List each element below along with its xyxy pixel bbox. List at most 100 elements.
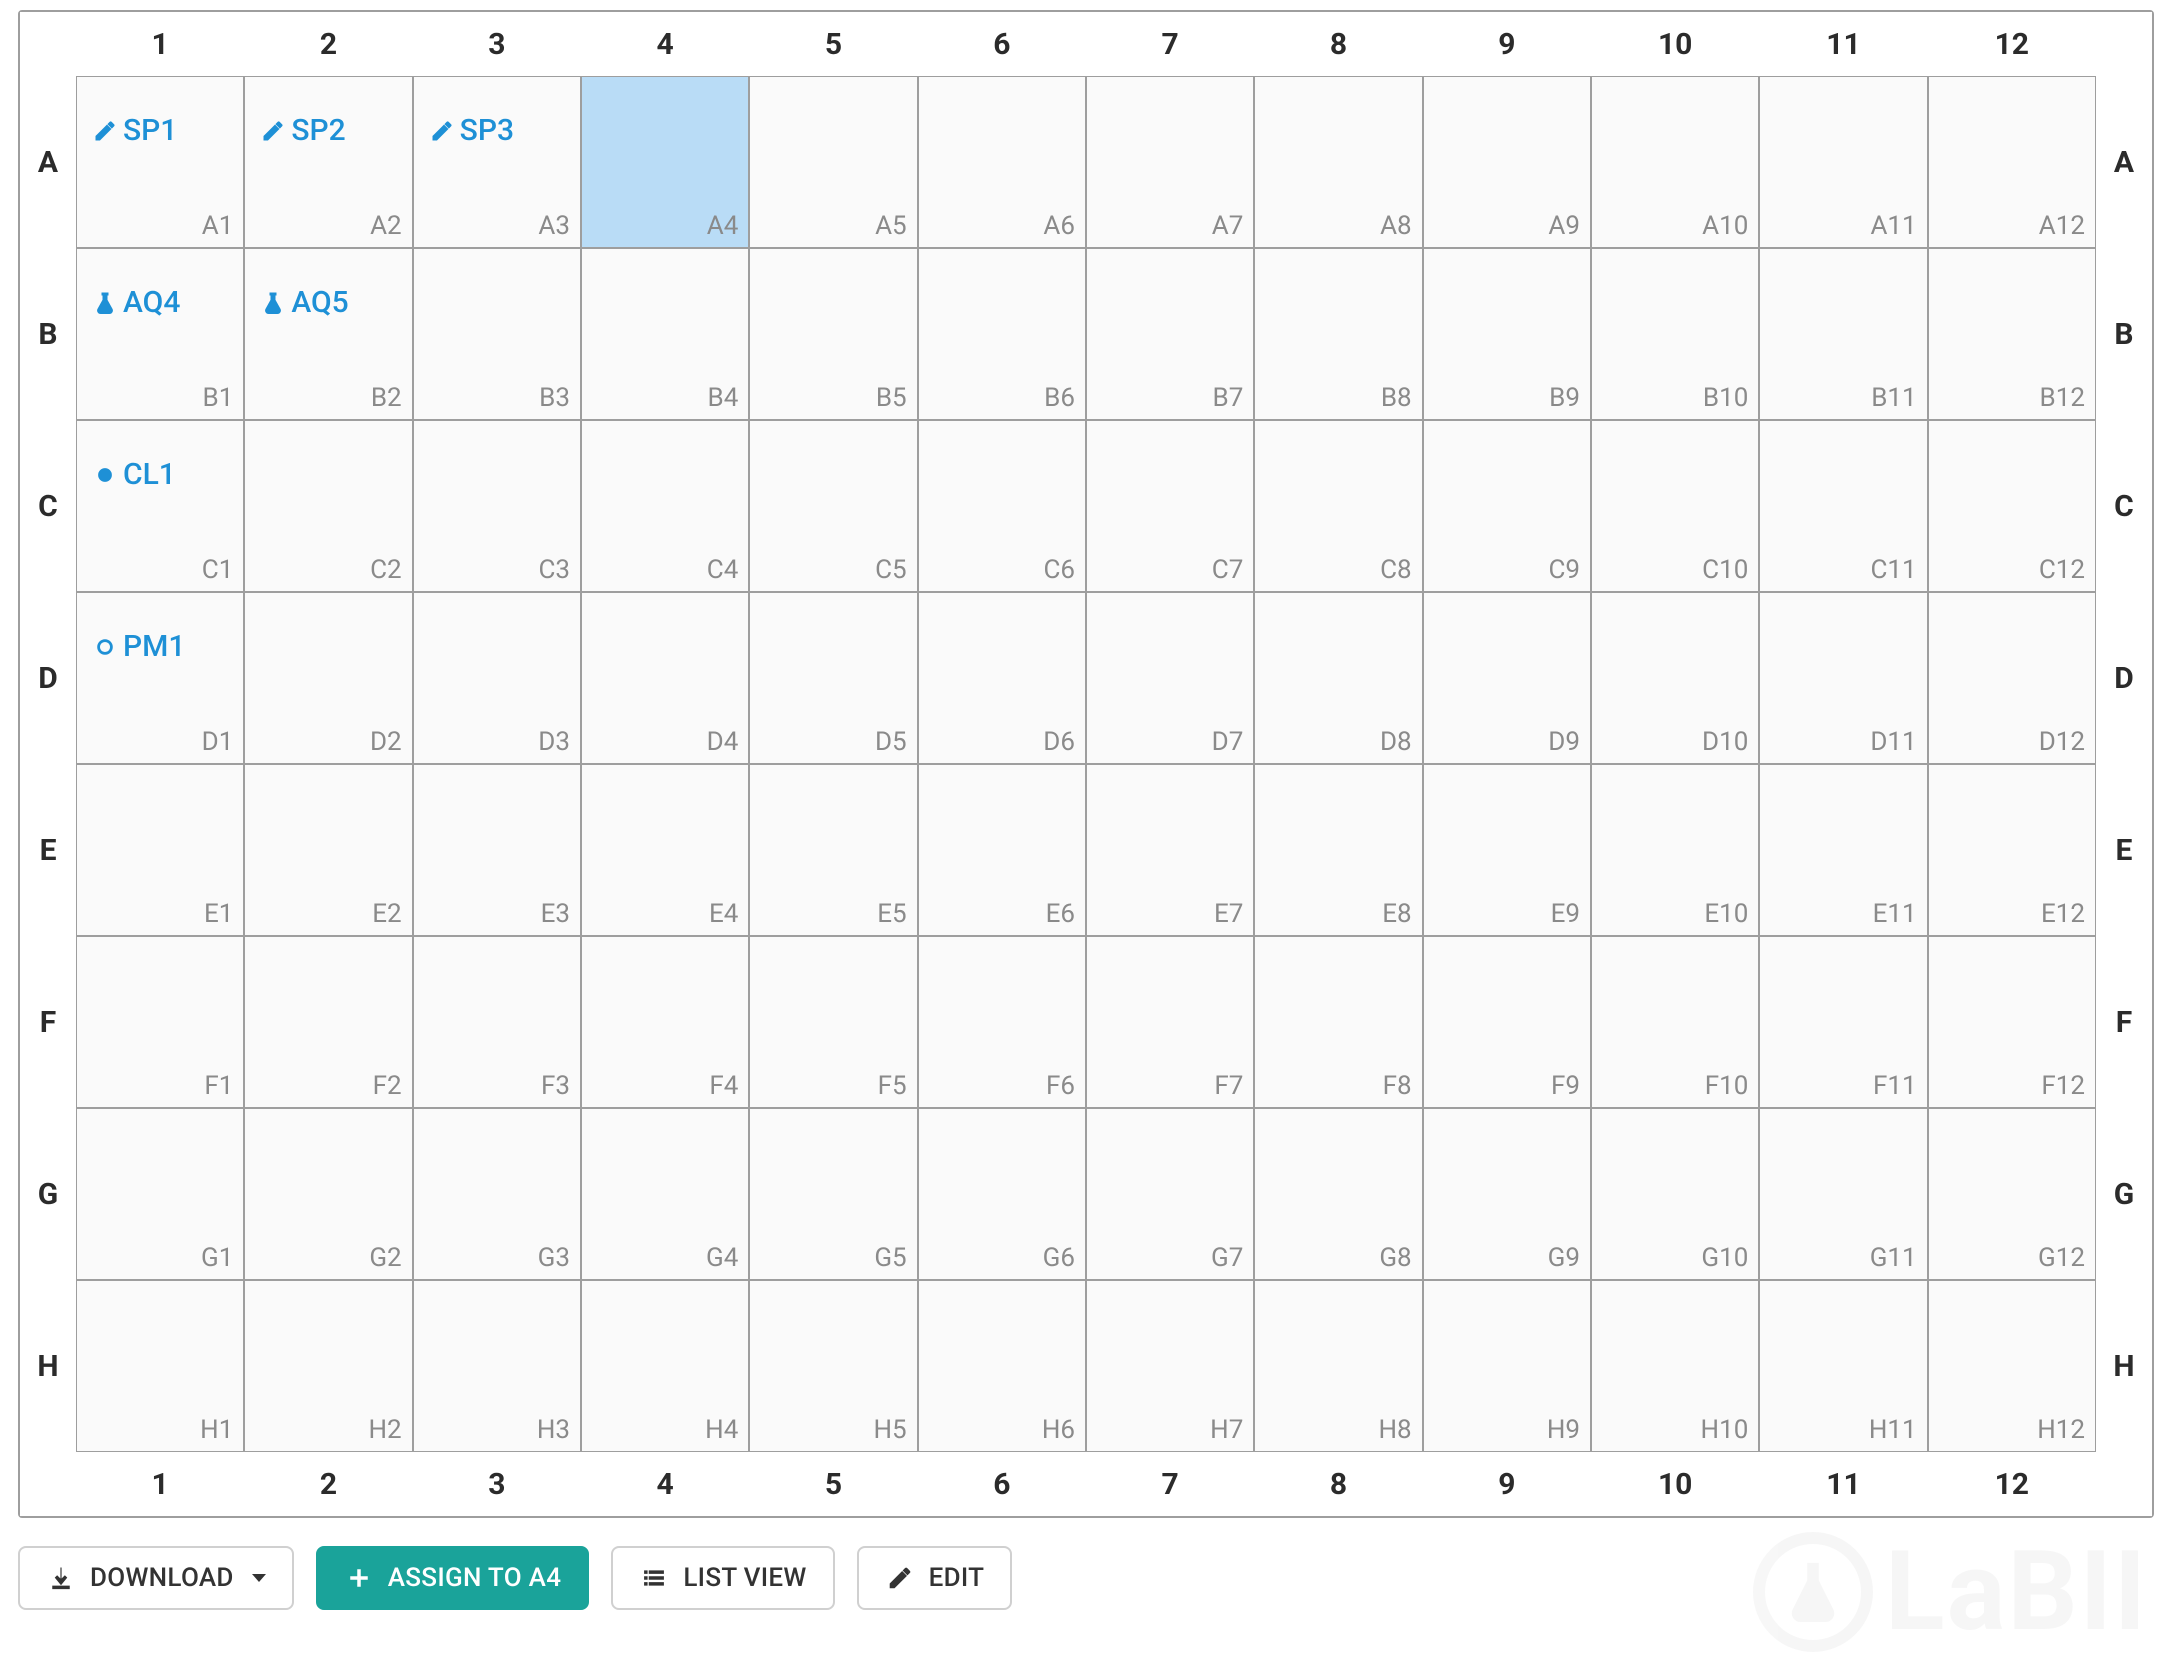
well-B8[interactable]: B8	[1254, 248, 1422, 420]
well-F11[interactable]: F11	[1759, 936, 1927, 1108]
well-F5[interactable]: F5	[749, 936, 917, 1108]
sample-chip[interactable]: CL1	[91, 457, 176, 492]
well-A12[interactable]: A12	[1928, 76, 2096, 248]
well-D5[interactable]: D5	[749, 592, 917, 764]
well-E6[interactable]: E6	[918, 764, 1086, 936]
well-F1[interactable]: F1	[76, 936, 244, 1108]
well-A7[interactable]: A7	[1086, 76, 1254, 248]
well-B2[interactable]: B2AQ5	[244, 248, 412, 420]
well-A2[interactable]: A2SP2	[244, 76, 412, 248]
well-G11[interactable]: G11	[1759, 1108, 1927, 1280]
well-C10[interactable]: C10	[1591, 420, 1759, 592]
well-H8[interactable]: H8	[1254, 1280, 1422, 1452]
well-C3[interactable]: C3	[413, 420, 581, 592]
download-button[interactable]: DOWNLOAD	[18, 1546, 294, 1610]
well-G10[interactable]: G10	[1591, 1108, 1759, 1280]
well-F6[interactable]: F6	[918, 936, 1086, 1108]
well-C2[interactable]: C2	[244, 420, 412, 592]
well-D9[interactable]: D9	[1423, 592, 1591, 764]
well-C9[interactable]: C9	[1423, 420, 1591, 592]
well-H7[interactable]: H7	[1086, 1280, 1254, 1452]
well-F9[interactable]: F9	[1423, 936, 1591, 1108]
assign-button[interactable]: ASSIGN TO A4	[316, 1546, 590, 1610]
well-B9[interactable]: B9	[1423, 248, 1591, 420]
well-F4[interactable]: F4	[581, 936, 749, 1108]
well-G2[interactable]: G2	[244, 1108, 412, 1280]
well-D2[interactable]: D2	[244, 592, 412, 764]
well-E7[interactable]: E7	[1086, 764, 1254, 936]
well-D4[interactable]: D4	[581, 592, 749, 764]
well-F3[interactable]: F3	[413, 936, 581, 1108]
well-H2[interactable]: H2	[244, 1280, 412, 1452]
well-G7[interactable]: G7	[1086, 1108, 1254, 1280]
well-E8[interactable]: E8	[1254, 764, 1422, 936]
well-A5[interactable]: A5	[749, 76, 917, 248]
well-A4[interactable]: A4	[581, 76, 749, 248]
well-B12[interactable]: B12	[1928, 248, 2096, 420]
well-B4[interactable]: B4	[581, 248, 749, 420]
well-B3[interactable]: B3	[413, 248, 581, 420]
sample-chip[interactable]: SP1	[91, 113, 177, 148]
well-A10[interactable]: A10	[1591, 76, 1759, 248]
well-E2[interactable]: E2	[244, 764, 412, 936]
edit-button[interactable]: EDIT	[857, 1546, 1013, 1610]
well-E3[interactable]: E3	[413, 764, 581, 936]
well-E11[interactable]: E11	[1759, 764, 1927, 936]
well-F7[interactable]: F7	[1086, 936, 1254, 1108]
well-H1[interactable]: H1	[76, 1280, 244, 1452]
well-C5[interactable]: C5	[749, 420, 917, 592]
well-B7[interactable]: B7	[1086, 248, 1254, 420]
well-G8[interactable]: G8	[1254, 1108, 1422, 1280]
well-H11[interactable]: H11	[1759, 1280, 1927, 1452]
well-E10[interactable]: E10	[1591, 764, 1759, 936]
sample-chip[interactable]: SP3	[428, 113, 514, 148]
well-G6[interactable]: G6	[918, 1108, 1086, 1280]
well-C4[interactable]: C4	[581, 420, 749, 592]
well-D1[interactable]: D1PM1	[76, 592, 244, 764]
well-D6[interactable]: D6	[918, 592, 1086, 764]
well-E5[interactable]: E5	[749, 764, 917, 936]
well-C7[interactable]: C7	[1086, 420, 1254, 592]
well-B6[interactable]: B6	[918, 248, 1086, 420]
well-A6[interactable]: A6	[918, 76, 1086, 248]
well-F8[interactable]: F8	[1254, 936, 1422, 1108]
well-D7[interactable]: D7	[1086, 592, 1254, 764]
well-F12[interactable]: F12	[1928, 936, 2096, 1108]
well-C12[interactable]: C12	[1928, 420, 2096, 592]
well-H12[interactable]: H12	[1928, 1280, 2096, 1452]
well-E4[interactable]: E4	[581, 764, 749, 936]
well-F2[interactable]: F2	[244, 936, 412, 1108]
well-H9[interactable]: H9	[1423, 1280, 1591, 1452]
well-E9[interactable]: E9	[1423, 764, 1591, 936]
well-A3[interactable]: A3SP3	[413, 76, 581, 248]
well-D11[interactable]: D11	[1759, 592, 1927, 764]
well-H3[interactable]: H3	[413, 1280, 581, 1452]
well-G12[interactable]: G12	[1928, 1108, 2096, 1280]
well-G1[interactable]: G1	[76, 1108, 244, 1280]
well-D8[interactable]: D8	[1254, 592, 1422, 764]
well-E1[interactable]: E1	[76, 764, 244, 936]
well-B5[interactable]: B5	[749, 248, 917, 420]
well-A8[interactable]: A8	[1254, 76, 1422, 248]
well-C11[interactable]: C11	[1759, 420, 1927, 592]
sample-chip[interactable]: AQ5	[259, 285, 348, 320]
list-view-button[interactable]: LIST VIEW	[611, 1546, 834, 1610]
well-G4[interactable]: G4	[581, 1108, 749, 1280]
well-E12[interactable]: E12	[1928, 764, 2096, 936]
well-A11[interactable]: A11	[1759, 76, 1927, 248]
well-G9[interactable]: G9	[1423, 1108, 1591, 1280]
well-H6[interactable]: H6	[918, 1280, 1086, 1452]
well-G5[interactable]: G5	[749, 1108, 917, 1280]
well-D10[interactable]: D10	[1591, 592, 1759, 764]
well-C1[interactable]: C1CL1	[76, 420, 244, 592]
sample-chip[interactable]: AQ4	[91, 285, 180, 320]
sample-chip[interactable]: PM1	[91, 629, 185, 664]
well-H10[interactable]: H10	[1591, 1280, 1759, 1452]
well-G3[interactable]: G3	[413, 1108, 581, 1280]
sample-chip[interactable]: SP2	[259, 113, 345, 148]
well-F10[interactable]: F10	[1591, 936, 1759, 1108]
well-B1[interactable]: B1AQ4	[76, 248, 244, 420]
well-B10[interactable]: B10	[1591, 248, 1759, 420]
well-B11[interactable]: B11	[1759, 248, 1927, 420]
well-C6[interactable]: C6	[918, 420, 1086, 592]
